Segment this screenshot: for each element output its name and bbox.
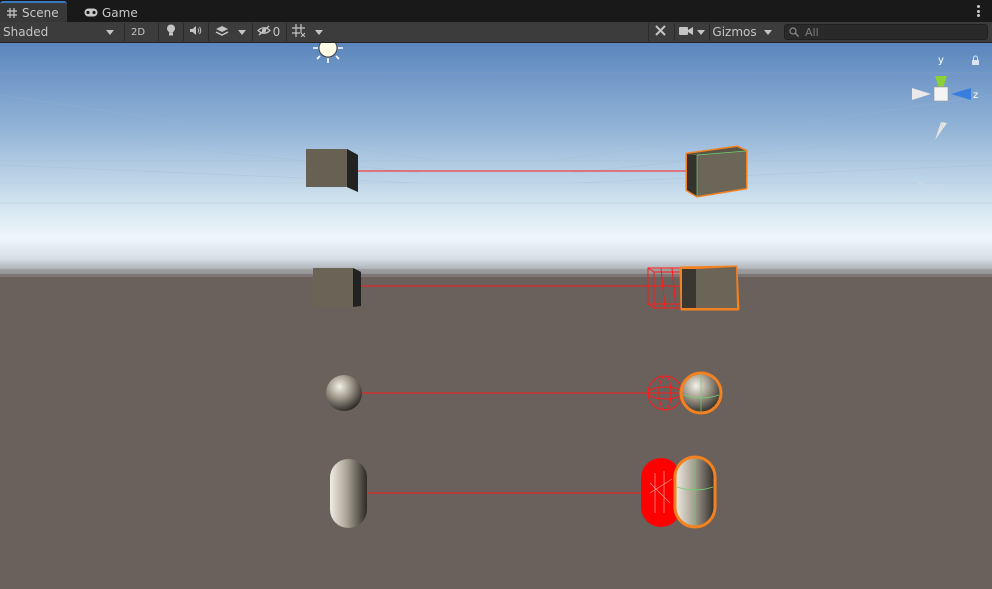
- chevron-down-icon: [238, 29, 246, 35]
- cube-object-left-top[interactable]: [306, 149, 358, 192]
- tab-scene[interactable]: Scene: [0, 1, 67, 23]
- camera-settings-button[interactable]: [674, 23, 708, 41]
- effects-dropdown-button[interactable]: [234, 23, 250, 41]
- grid-toggle-button[interactable]: [286, 23, 310, 41]
- hidden-count: 0: [272, 25, 281, 39]
- cube-object-selected-mid[interactable]: [679, 265, 740, 311]
- grid-dropdown-button[interactable]: [311, 23, 327, 41]
- gizmos-button[interactable]: Gizmos: [709, 23, 759, 41]
- projection-toggle[interactable]: Persp: [916, 180, 948, 193]
- toggle-2d-button[interactable]: 2D: [124, 23, 151, 41]
- scene-viewport[interactable]: y z Persp: [0, 43, 992, 589]
- scene-toolbar: Shaded 2D 0 Gizmos All: [0, 22, 992, 43]
- tab-bar: Scene Game: [0, 0, 992, 23]
- search-placeholder: All: [805, 25, 819, 39]
- shading-mode-label: Shaded: [3, 25, 49, 39]
- chevron-down-icon: [764, 29, 772, 35]
- chevron-down-icon: [106, 29, 114, 35]
- effects-toggle-button[interactable]: [208, 23, 234, 41]
- gizmo-center-cube[interactable]: [933, 86, 949, 102]
- toggle-2d-label: 2D: [130, 26, 146, 38]
- chevron-down-icon: [696, 29, 705, 35]
- sphere-object-left[interactable]: [326, 375, 362, 411]
- sphere-object-selected[interactable]: [679, 371, 723, 415]
- tab-scene-label: Scene: [22, 6, 59, 20]
- eye-slash-icon: [256, 25, 271, 39]
- more-options-icon[interactable]: [972, 4, 984, 18]
- cube-object-left-mid[interactable]: [313, 268, 361, 307]
- tab-game[interactable]: Game: [78, 3, 146, 22]
- audio-toggle-button[interactable]: [183, 23, 207, 41]
- tab-game-label: Game: [102, 5, 138, 20]
- search-icon: [789, 27, 799, 37]
- tools-button[interactable]: [648, 23, 672, 41]
- z-axis-label: z: [973, 90, 978, 101]
- grid-hash-icon: [6, 7, 18, 19]
- layers-effects-icon: [215, 25, 229, 40]
- cube-object-selected-top[interactable]: [685, 145, 748, 198]
- grid-snap-icon: [291, 24, 306, 40]
- y-axis-label: y: [938, 55, 944, 66]
- search-field[interactable]: All: [784, 24, 988, 40]
- gamepad-icon: [84, 7, 98, 19]
- chevron-down-icon: [315, 29, 323, 35]
- wrench-tools-icon: [654, 24, 667, 40]
- gizmos-label: Gizmos: [712, 25, 757, 39]
- gizmos-dropdown-button[interactable]: [760, 23, 776, 41]
- capsule-object-left[interactable]: [330, 459, 367, 528]
- lighting-toggle-button[interactable]: [158, 23, 182, 41]
- lightbulb-icon: [166, 24, 176, 40]
- capsule-object-selected[interactable]: [673, 455, 717, 529]
- camera-icon: [678, 25, 693, 39]
- speaker-icon: [189, 25, 202, 39]
- hidden-objects-toggle[interactable]: 0: [252, 23, 284, 41]
- shading-mode-dropdown[interactable]: Shaded: [0, 23, 118, 41]
